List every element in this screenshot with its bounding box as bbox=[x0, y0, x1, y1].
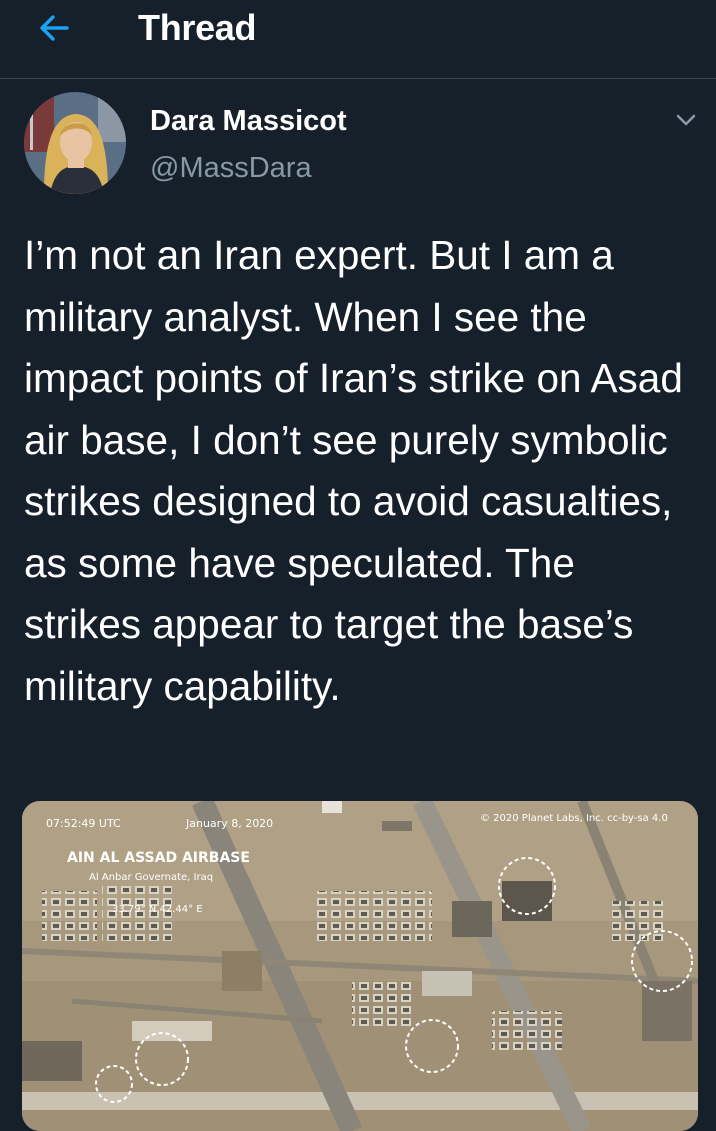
chevron-down-icon bbox=[676, 114, 696, 126]
image-date: January 8, 2020 bbox=[185, 817, 273, 830]
top-bar: Thread bbox=[0, 0, 716, 79]
back-arrow-icon bbox=[40, 15, 69, 41]
tweet-media-image[interactable]: 07:52:49 UTC January 8, 2020 © 2020 Plan… bbox=[22, 801, 698, 1131]
image-coordinates: 33.79° N 42.44° E bbox=[112, 904, 203, 915]
author-handle[interactable]: @MassDara bbox=[150, 151, 312, 185]
image-timestamp: 07:52:49 UTC bbox=[46, 817, 121, 830]
image-location-title: AIN AL ASSAD AIRBASE bbox=[67, 850, 250, 866]
tweet-text: I’m not an Iran expert. But I am a milit… bbox=[24, 232, 683, 709]
back-button[interactable] bbox=[34, 8, 74, 48]
image-location-subtitle: Al Anbar Governate, Iraq bbox=[89, 872, 213, 883]
author-display-name[interactable]: Dara Massicot bbox=[150, 104, 347, 138]
avatar-photo bbox=[24, 92, 126, 194]
page-title: Thread bbox=[138, 7, 257, 48]
more-options-button[interactable] bbox=[670, 104, 702, 136]
avatar[interactable] bbox=[24, 92, 126, 194]
image-credit: © 2020 Planet Labs, Inc. cc-by-sa 4.0 bbox=[480, 813, 668, 824]
satellite-image: 07:52:49 UTC January 8, 2020 © 2020 Plan… bbox=[22, 801, 698, 1131]
